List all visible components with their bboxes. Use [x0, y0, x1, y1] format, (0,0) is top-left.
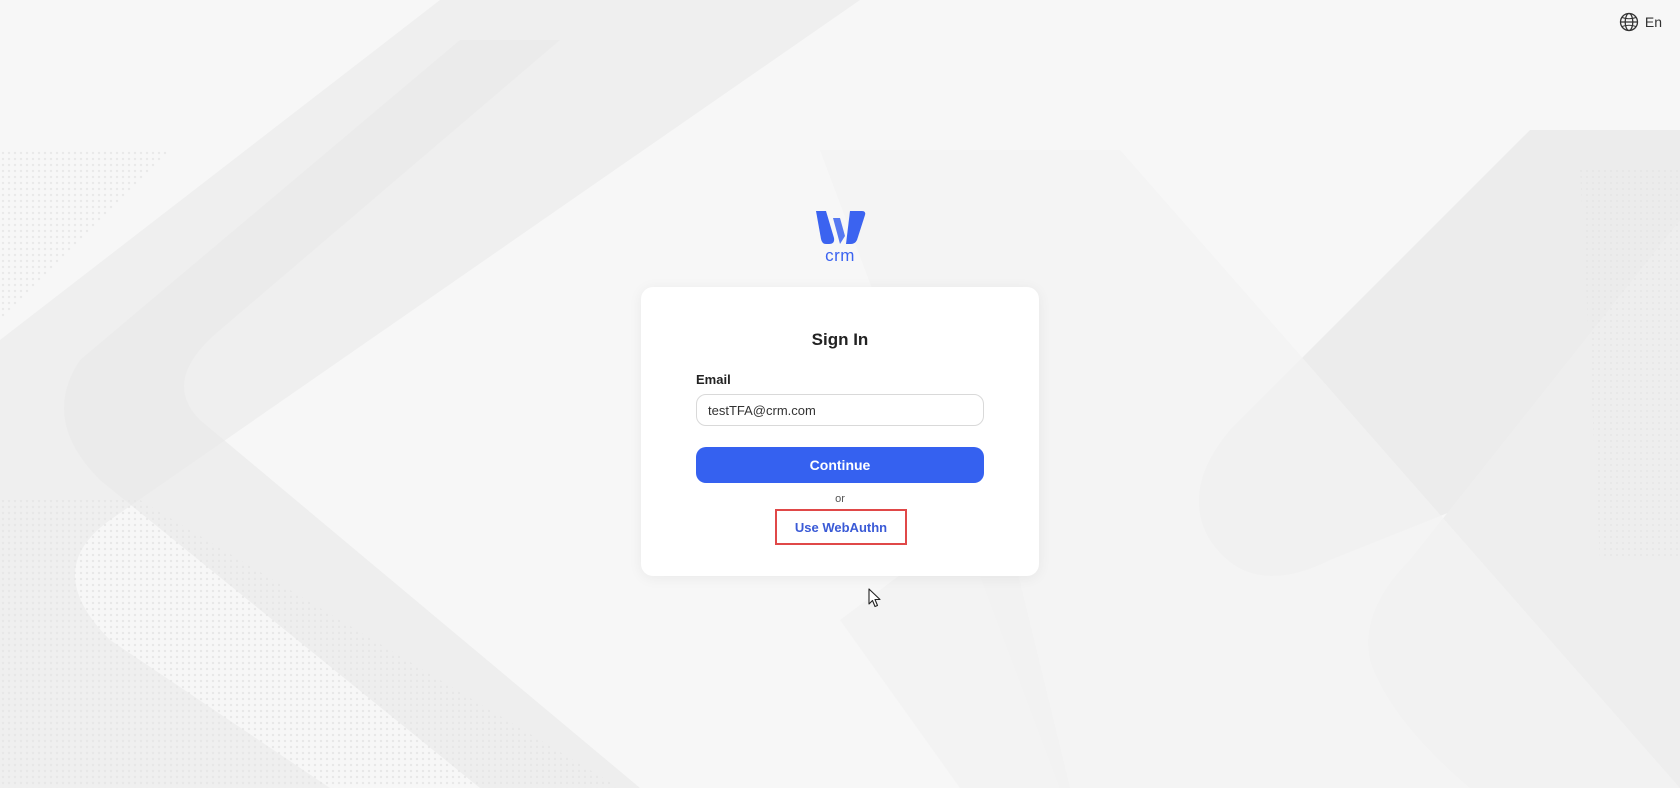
signin-title: Sign In — [811, 330, 869, 349]
use-webauthn-button[interactable]: Use WebAuthn — [775, 509, 907, 545]
w-logo-icon — [816, 211, 866, 244]
mouse-cursor-icon — [868, 588, 881, 608]
brand-name: crm — [825, 246, 855, 265]
email-label: Email — [696, 372, 731, 387]
login-page: En crm Sign In Email Continue or Use Web… — [0, 0, 1680, 788]
language-label: En — [1644, 14, 1662, 30]
language-selector[interactable]: En — [1619, 12, 1662, 32]
email-field[interactable] — [696, 394, 984, 426]
or-separator: or — [835, 493, 845, 505]
continue-button[interactable]: Continue — [696, 447, 984, 483]
globe-icon — [1619, 12, 1639, 32]
signin-card: Sign In Email Continue or Use WebAuthn — [641, 287, 1039, 576]
